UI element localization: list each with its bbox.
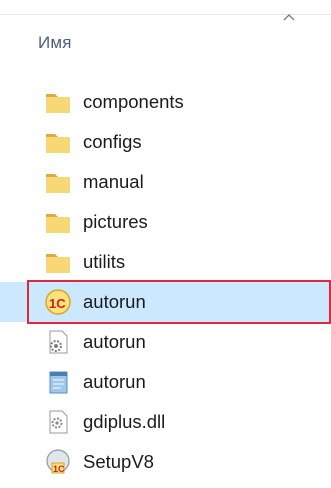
file-name: autorun	[83, 371, 146, 392]
file-list: components configs manual pictures utili…	[0, 82, 331, 482]
list-item-folder-pictures[interactable]: pictures	[0, 202, 331, 242]
list-item-autorun-txt[interactable]: autorun	[0, 362, 331, 402]
svg-text:1C: 1C	[49, 296, 66, 311]
file-name: manual	[83, 171, 144, 192]
header-divider	[0, 14, 331, 15]
file-name: utilits	[83, 251, 126, 272]
file-name: SetupV8	[83, 451, 154, 472]
list-item-folder-manual[interactable]: manual	[0, 162, 331, 202]
folder-icon	[46, 254, 70, 273]
list-item-autorun-inf[interactable]: autorun	[0, 322, 331, 362]
folder-icon	[46, 214, 70, 233]
svg-text:1C: 1C	[53, 464, 65, 474]
list-item-folder-utilits[interactable]: utilits	[0, 242, 331, 282]
settings-file-icon	[49, 330, 68, 354]
file-name: pictures	[83, 211, 148, 232]
file-name: components	[83, 91, 184, 112]
list-item-autorun-exe-selected[interactable]: 1C autorun	[0, 280, 331, 324]
column-header-name[interactable]: Имя	[38, 33, 72, 53]
list-item-gdiplus-dll[interactable]: gdiplus.dll	[0, 402, 331, 442]
dll-file-icon	[49, 410, 68, 434]
list-item-folder-components[interactable]: components	[0, 82, 331, 122]
folder-icon	[46, 94, 70, 113]
sort-ascending-icon[interactable]	[283, 13, 295, 21]
list-item-folder-configs[interactable]: configs	[0, 122, 331, 162]
folder-icon	[46, 134, 70, 153]
file-name: gdiplus.dll	[83, 411, 166, 432]
1c-app-icon: 1C	[45, 289, 71, 315]
file-name: autorun	[83, 291, 146, 312]
file-name: configs	[83, 131, 142, 152]
file-name: autorun	[83, 331, 146, 352]
text-file-icon	[49, 371, 68, 394]
folder-icon	[46, 174, 70, 193]
1c-setup-icon: 1C	[46, 449, 70, 474]
list-item-setupv8[interactable]: 1C SetupV8	[0, 442, 331, 482]
